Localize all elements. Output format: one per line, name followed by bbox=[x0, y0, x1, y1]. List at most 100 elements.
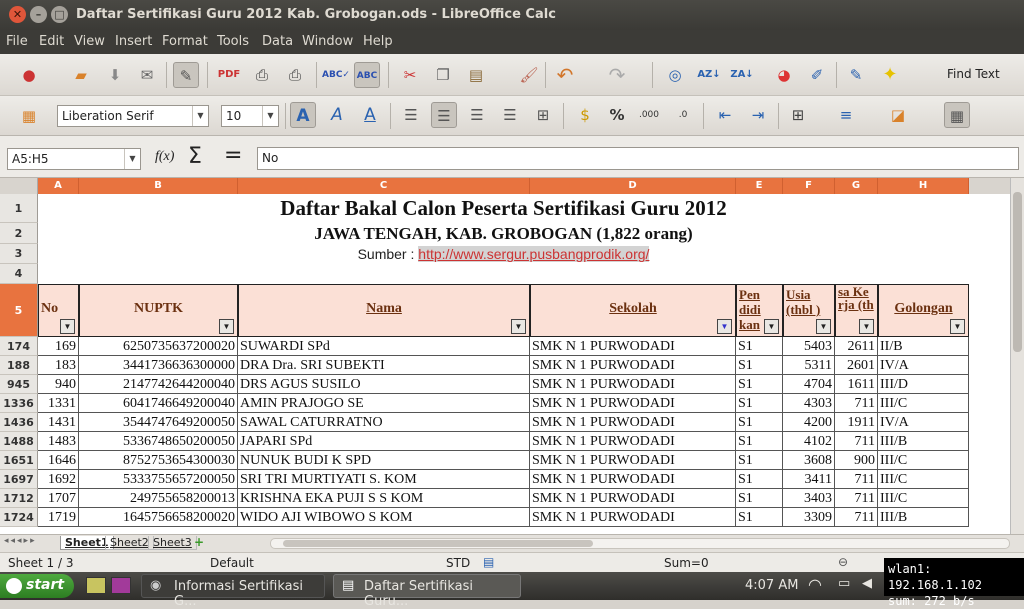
cell-nuptk[interactable]: 3441736636300000 bbox=[79, 356, 238, 375]
toggle-grid-icon[interactable]: ▦ bbox=[944, 102, 970, 128]
show-draw-functions-icon[interactable]: ✐ bbox=[804, 62, 830, 88]
horizontal-scroll-thumb[interactable] bbox=[283, 540, 593, 547]
cell-nama[interactable]: WIDO AJI WIBOWO S KOM bbox=[238, 508, 530, 527]
cell-mk[interactable]: 711 bbox=[835, 394, 878, 413]
chart-icon[interactable]: ◕ bbox=[771, 62, 797, 88]
cell-nuptk[interactable]: 249755658200013 bbox=[79, 489, 238, 508]
header-masa-kerja[interactable]: sa Ke rja (th ▼ bbox=[835, 284, 878, 337]
cell-mk[interactable]: 2611 bbox=[835, 337, 878, 356]
row-header[interactable]: 4 bbox=[0, 264, 38, 284]
cell-gol[interactable]: III/C bbox=[878, 489, 969, 508]
cell-usia[interactable]: 3608 bbox=[783, 451, 835, 470]
header-nuptk[interactable]: NUPTK ▼ bbox=[79, 284, 238, 337]
battery-icon[interactable]: ▭ bbox=[838, 576, 850, 591]
vertical-scrollbar[interactable] bbox=[1010, 178, 1024, 534]
cell-sekolah[interactable]: SMK N 1 PURWODADI bbox=[530, 413, 736, 432]
redo-icon[interactable]: ↷ bbox=[604, 62, 630, 88]
column-header-d[interactable]: D bbox=[530, 178, 736, 194]
tab-sheet2[interactable]: Sheet2 bbox=[105, 536, 154, 550]
autospellcheck-icon[interactable]: ABC bbox=[354, 62, 380, 88]
cell-mk[interactable]: 2601 bbox=[835, 356, 878, 375]
increase-indent-icon[interactable]: ⇥ bbox=[745, 102, 771, 128]
column-header-g[interactable]: G bbox=[835, 178, 878, 194]
autofilter-active-icon[interactable]: ▼ bbox=[717, 319, 732, 334]
menu-edit[interactable]: Edit bbox=[39, 34, 64, 49]
cell-usia[interactable]: 4102 bbox=[783, 432, 835, 451]
print-preview-icon[interactable]: ⎙ bbox=[282, 62, 308, 88]
italic-icon[interactable]: A bbox=[324, 102, 350, 128]
copy-icon[interactable]: ❐ bbox=[430, 62, 456, 88]
find-text-label[interactable]: Find Text bbox=[947, 67, 1000, 81]
cell-nuptk[interactable]: 8752753654300030 bbox=[79, 451, 238, 470]
cell-no[interactable]: 1707 bbox=[38, 489, 79, 508]
header-golongan[interactable]: Golongan ▼ bbox=[878, 284, 969, 337]
cell-nama[interactable]: AMIN PRAJOGO SE bbox=[238, 394, 530, 413]
cut-icon[interactable]: ✂ bbox=[397, 62, 423, 88]
cell-sekolah[interactable]: SMK N 1 PURWODADI bbox=[530, 489, 736, 508]
terminal-icon[interactable] bbox=[111, 577, 131, 594]
menu-tools[interactable]: Tools bbox=[217, 34, 249, 49]
email-icon[interactable]: ✉ bbox=[134, 62, 160, 88]
add-decimal-icon[interactable]: .0 bbox=[670, 102, 696, 128]
cell-gol[interactable]: III/B bbox=[878, 508, 969, 527]
menu-format[interactable]: Format bbox=[162, 34, 208, 49]
cell-no[interactable]: 1331 bbox=[38, 394, 79, 413]
cell-mk[interactable]: 711 bbox=[835, 508, 878, 527]
styles-formatting-icon[interactable]: ▦ bbox=[16, 103, 42, 129]
header-no[interactable]: No ▼ bbox=[38, 284, 79, 337]
cell-nuptk[interactable]: 6250735637200020 bbox=[79, 337, 238, 356]
cell-no[interactable]: 1483 bbox=[38, 432, 79, 451]
autofilter-dropdown-icon[interactable]: ▼ bbox=[950, 319, 965, 334]
sum-icon[interactable]: Σ bbox=[188, 144, 202, 169]
column-header-a[interactable]: A bbox=[38, 178, 79, 194]
cell-nuptk[interactable]: 3544747649200050 bbox=[79, 413, 238, 432]
cell-usia[interactable]: 3411 bbox=[783, 470, 835, 489]
autofilter-dropdown-icon[interactable]: ▼ bbox=[859, 319, 874, 334]
row-header[interactable]: 1651 bbox=[0, 451, 38, 470]
align-right-icon[interactable]: ☰ bbox=[464, 102, 490, 128]
percent-icon[interactable]: % bbox=[604, 102, 630, 128]
cell-gol[interactable]: IV/A bbox=[878, 413, 969, 432]
cell-pend[interactable]: S1 bbox=[736, 356, 783, 375]
cell-usia[interactable]: 4303 bbox=[783, 394, 835, 413]
decrease-indent-icon[interactable]: ⇤ bbox=[712, 102, 738, 128]
close-window-button[interactable]: ✕ bbox=[9, 6, 26, 23]
row-header[interactable]: 1697 bbox=[0, 470, 38, 489]
cell-usia[interactable]: 5311 bbox=[783, 356, 835, 375]
row-header[interactable]: 1436 bbox=[0, 413, 38, 432]
cell-gol[interactable]: III/C bbox=[878, 451, 969, 470]
cell-nama[interactable]: SAWAL CATURRATNO bbox=[238, 413, 530, 432]
menu-insert[interactable]: Insert bbox=[115, 34, 152, 49]
cell-no[interactable]: 1646 bbox=[38, 451, 79, 470]
formula-input[interactable]: No bbox=[257, 147, 1019, 170]
cell-sekolah[interactable]: SMK N 1 PURWODADI bbox=[530, 470, 736, 489]
cell-nuptk[interactable]: 2147742644200040 bbox=[79, 375, 238, 394]
form-design-icon[interactable]: ✎ bbox=[843, 62, 869, 88]
print-icon[interactable]: ⎙ bbox=[249, 62, 275, 88]
menu-help[interactable]: Help bbox=[363, 34, 393, 49]
horizontal-scrollbar[interactable] bbox=[270, 538, 1010, 549]
name-box[interactable]: A5:H5 ▼ bbox=[7, 148, 141, 170]
cell-nama[interactable]: DRA Dra. SRI SUBEKTI bbox=[238, 356, 530, 375]
cell-pend[interactable]: S1 bbox=[736, 413, 783, 432]
paste-icon[interactable]: ▤ bbox=[463, 62, 489, 88]
row-header[interactable]: 5 bbox=[0, 284, 38, 337]
spreadsheet-grid[interactable]: A B C D E F G H 1 Daftar Bakal Calon Pes… bbox=[0, 178, 1024, 534]
source-link[interactable]: http://www.sergur.pusbangprodik.org/ bbox=[418, 246, 650, 262]
cell-usia[interactable]: 4200 bbox=[783, 413, 835, 432]
cell-mk[interactable]: 900 bbox=[835, 451, 878, 470]
cell-nuptk[interactable]: 6041746649200040 bbox=[79, 394, 238, 413]
borders-icon[interactable]: ⊞ bbox=[785, 102, 811, 128]
cell-nama[interactable]: SRI TRI MURTIYATI S. KOM bbox=[238, 470, 530, 489]
font-size-combo[interactable]: 10 ▼ bbox=[221, 105, 279, 127]
cell-nuptk[interactable]: 5336748650200050 bbox=[79, 432, 238, 451]
task-browser[interactable]: ◉ Informasi Sertifikasi G... bbox=[141, 574, 325, 609]
task-calc[interactable]: ▤ Daftar Sertifikasi Guru... bbox=[333, 574, 521, 609]
cell-sekolah[interactable]: SMK N 1 PURWODADI bbox=[530, 337, 736, 356]
justify-icon[interactable]: ☰ bbox=[497, 102, 523, 128]
edit-file-icon[interactable]: ✎ bbox=[173, 62, 199, 88]
row-header[interactable]: 1488 bbox=[0, 432, 38, 451]
chevron-down-icon[interactable]: ▼ bbox=[192, 106, 208, 126]
cell-nama[interactable]: SUWARDI SPd bbox=[238, 337, 530, 356]
cell-mk[interactable]: 1911 bbox=[835, 413, 878, 432]
